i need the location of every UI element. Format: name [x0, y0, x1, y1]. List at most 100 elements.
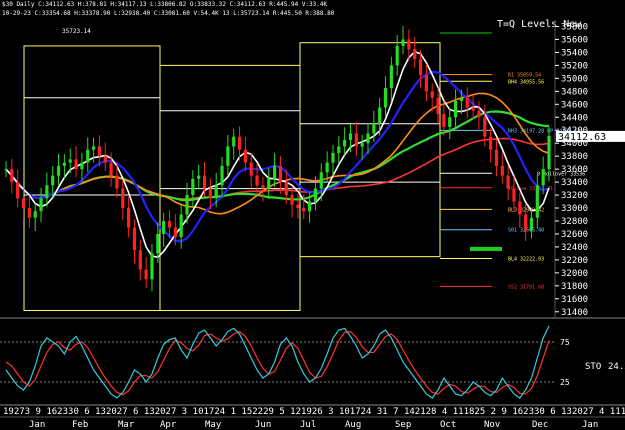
candle-body: [185, 195, 189, 215]
candle-body: [331, 152, 335, 163]
candle-body: [62, 162, 66, 166]
candle-body: [483, 117, 487, 137]
candle-body: [535, 185, 539, 218]
month-label: Jul: [300, 420, 316, 430]
candle-body: [436, 97, 440, 115]
level-label: S52 31791.68: [508, 284, 544, 290]
support-bar: [470, 246, 502, 251]
last-price-label: 34112.63: [558, 132, 606, 143]
candle-body: [45, 185, 49, 199]
candle-body: [33, 211, 37, 218]
candle-body: [138, 250, 142, 270]
price-tick-label: 33800: [561, 152, 588, 162]
header-quote-line-2: 10-29-23 C:33354.68 H:33378.90 L:32938.4…: [2, 10, 335, 17]
sto-label: STO: [585, 362, 601, 372]
level-label: R1 35059.54: [508, 73, 541, 79]
candle-body: [313, 188, 318, 202]
candle-body: [10, 169, 14, 183]
candle-body: [208, 188, 212, 199]
candle-body: [459, 97, 464, 102]
high-annotation: 35723.14: [62, 28, 91, 35]
price-tick-label: 34800: [561, 87, 588, 97]
price-tick-label: 35600: [561, 35, 588, 45]
candle-body: [477, 110, 481, 118]
candle-body: [226, 146, 230, 166]
candle-body: [278, 165, 283, 183]
candle-body: [372, 123, 376, 134]
sto-value: 24.2: [608, 362, 625, 372]
month-label: Jan: [29, 420, 45, 430]
candle-body: [16, 182, 20, 199]
candle-body: [506, 175, 510, 189]
candle-body: [401, 39, 405, 46]
candle-body: [418, 58, 423, 76]
candle-body: [471, 107, 475, 111]
candle-body: [325, 162, 329, 173]
candle-body: [442, 114, 446, 127]
candle-body: [500, 165, 504, 176]
candle-body: [179, 214, 183, 238]
price-tick-label: 32600: [561, 230, 588, 240]
candle-body: [56, 165, 61, 176]
header-quote-line: $30 Daily C:34112.63 H:378.81 H:34117.13…: [2, 1, 327, 8]
price-tick-label: 35200: [561, 61, 588, 71]
candle-body: [348, 133, 353, 140]
candle-body: [524, 214, 528, 231]
price-tick-label: 34400: [561, 113, 588, 123]
candle-body: [430, 91, 434, 98]
sto-tick-label: 25: [560, 378, 570, 387]
month-label: Feb: [72, 420, 88, 430]
candle-body: [267, 178, 271, 189]
price-tick-label: 32200: [561, 256, 588, 266]
candle-body: [97, 146, 102, 157]
price-tick-label: 33600: [561, 165, 588, 175]
candle-body: [529, 217, 534, 231]
candle-body: [261, 185, 265, 189]
stochastic-panel: 75 25: [0, 325, 570, 399]
candle-body: [197, 175, 201, 179]
candle-body: [156, 233, 160, 254]
candle-body: [21, 198, 26, 209]
candle-body: [494, 149, 499, 166]
month-label: Nov: [484, 420, 500, 430]
candle-body: [296, 204, 300, 209]
candle-body: [167, 220, 172, 228]
price-tick-label: 35800: [561, 22, 588, 32]
sto-tick-label: 75: [560, 338, 570, 347]
candle-body: [302, 208, 306, 212]
candle-body: [51, 175, 55, 186]
month-label: Sep: [395, 420, 411, 430]
candle-body: [424, 75, 428, 92]
candle-body: [255, 175, 259, 186]
candle-body: [150, 253, 154, 280]
candle-body: [337, 146, 341, 153]
sto-d-line: [5, 330, 550, 396]
candle-body: [80, 162, 84, 170]
price-tick-label: 32400: [561, 243, 588, 253]
level-label: BH4 34955.56: [508, 79, 544, 85]
candle-body: [512, 188, 516, 202]
candle-body: [91, 146, 96, 150]
candle-body: [319, 172, 323, 189]
candle-body: [109, 162, 113, 176]
price-tick-label: 33400: [561, 178, 588, 188]
candle-body: [232, 136, 236, 147]
candle-body: [360, 143, 364, 147]
price-tick-label: 31400: [561, 308, 588, 318]
candle-body: [343, 139, 347, 147]
period-box: [23, 45, 161, 311]
price-tick-label: 32800: [561, 217, 588, 227]
candle-body: [541, 169, 545, 186]
candle-body: [518, 201, 522, 215]
price-tick-label: 31600: [561, 295, 588, 305]
month-label: Oct: [440, 420, 456, 430]
price-tick-label: 35000: [561, 74, 588, 84]
date-labels: 19273 9 162330 6 132027 6 132027 3 10172…: [3, 407, 625, 417]
price-tick-label: 35400: [561, 48, 588, 58]
sto-k-line: [5, 325, 550, 399]
candle-body: [237, 136, 242, 150]
price-tick-label: 34600: [561, 100, 588, 110]
candle-body: [173, 227, 177, 238]
candle-body: [249, 162, 253, 176]
candle-body: [162, 220, 166, 234]
